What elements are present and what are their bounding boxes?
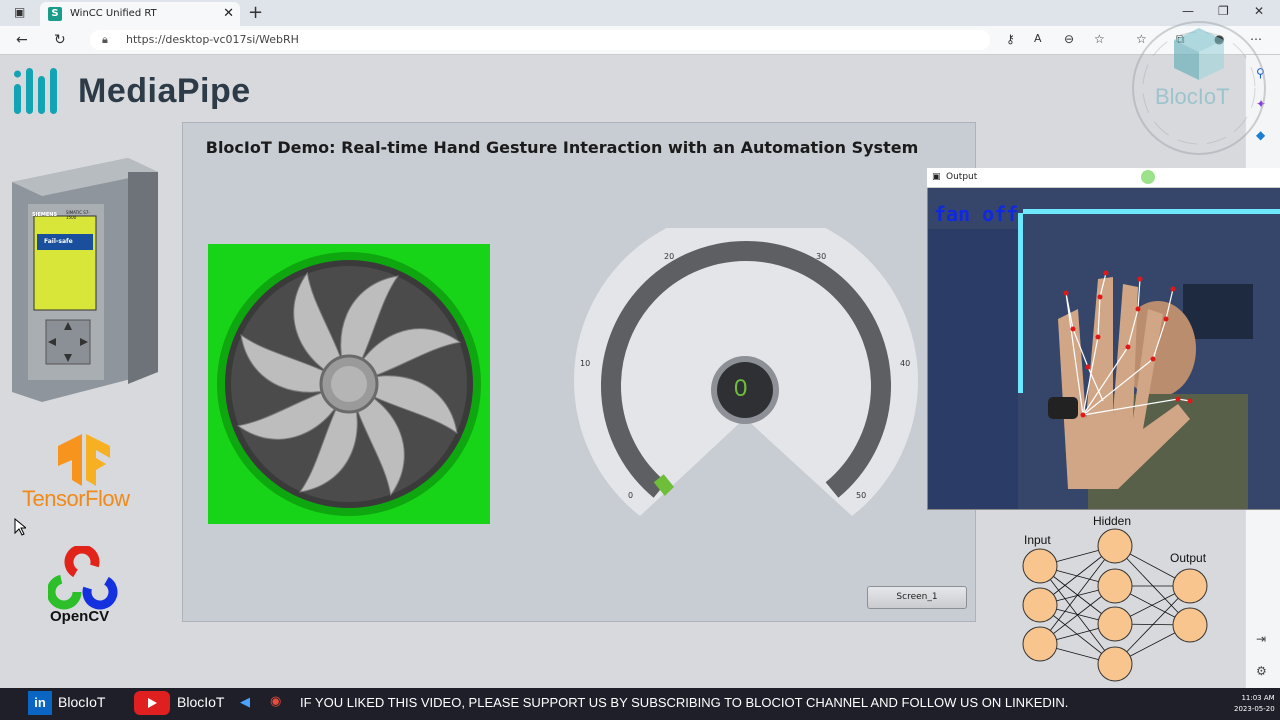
blociot-watermark: BlocIoT [1155,84,1230,109]
speed-gauge [574,228,918,520]
fan-icon [217,252,481,516]
mediapipe-logo-icon [14,68,57,114]
new-tab-icon[interactable]: + [248,2,263,23]
mouse-cursor-icon [14,518,26,536]
page-title: BlocIoT Demo: Real-time Hand Gesture Int… [205,138,919,157]
sidebar-settings-icon[interactable]: ⚙ [1256,664,1267,678]
gauge-value: 0 [734,375,748,402]
youtube-icon[interactable] [134,691,170,715]
taskbar-clock: 11:03 AM 2023-05-20 [1234,693,1275,715]
clock-time: 11:03 AM [1241,694,1275,702]
cursor-highlight-icon [1141,170,1155,184]
tensorflow-wordmark: TensorFlow [22,486,130,511]
mediapipe-wordmark: MediaPipe [78,72,251,110]
screen-button[interactable]: Screen_1 [867,586,967,609]
tab-actions-icon[interactable]: ▣ [14,5,25,19]
output-window-titlebar[interactable]: ▣ Output [927,168,1280,188]
zoom-icon[interactable]: ⊖ [1064,32,1074,46]
taskbar-app-label[interactable]: BlocIoT [177,694,224,710]
gauge-tick-label: 20 [664,252,675,261]
maximize-icon[interactable]: ❐ [1218,4,1229,18]
gauge-tick-label: 0 [628,491,634,500]
opencv-wordmark: OpenCV [50,608,110,625]
plc-brand: SIEMENS [32,212,58,218]
tab-title: WinCC Unified RT [70,8,157,19]
wincc-favicon-icon: S [48,7,62,21]
subscribe-ticker: IF YOU LIKED THIS VIDEO, PLEASE SUPPORT … [300,695,1069,710]
siemens-plc-image [12,158,158,402]
minimize-icon[interactable]: — [1182,4,1194,18]
close-tab-icon[interactable]: ✕ [223,6,234,21]
close-window-icon[interactable]: ✕ [1254,4,1264,18]
plc-screen-title: Fail-safe [44,238,73,245]
url-input[interactable]: https://desktop-vc017si/WebRH [90,30,990,50]
tensorflow-logo-icon [58,434,110,486]
opencv-logo-icon [48,546,118,610]
browser-tab[interactable]: S WinCC Unified RT ✕ [40,2,240,26]
key-icon[interactable]: ⚷ [1006,32,1015,46]
nn-hidden-label: Hidden [1093,514,1132,528]
taskbar-app-label[interactable]: BlocIoT [58,694,105,710]
plc-model: SIMATIC S7-1500 [66,210,90,220]
nn-input-label: Input [1024,533,1051,547]
nn-output-label: Output [1170,551,1207,565]
fan-widget[interactable] [208,244,490,524]
linkedin-icon[interactable]: in [28,691,52,715]
gauge-tick-label: 40 [900,359,911,368]
vscode-icon[interactable]: ◀ [240,695,250,710]
gauge-tick-label: 10 [580,359,591,368]
output-window-title: Output [946,172,978,182]
favorite-add-icon[interactable]: ☆ [1094,32,1105,46]
url-text: https://desktop-vc017si/WebRH [126,33,299,46]
lock-icon[interactable]: 🔒︎ [102,33,108,47]
gauge-tick-label: 30 [816,252,827,261]
sidebar-expand-icon[interactable]: ⇥ [1256,632,1266,646]
clock-date: 2023-05-20 [1234,705,1275,713]
refresh-icon[interactable]: ↻ [54,32,66,48]
gesture-status-text: fan off [934,202,1019,226]
back-icon[interactable]: ← [16,32,28,48]
gauge-tick-label: 50 [856,491,867,500]
read-aloud-icon[interactable]: A [1034,32,1042,45]
window-app-icon: ▣ [932,172,941,182]
chrome-icon[interactable]: ◉ [270,694,281,709]
